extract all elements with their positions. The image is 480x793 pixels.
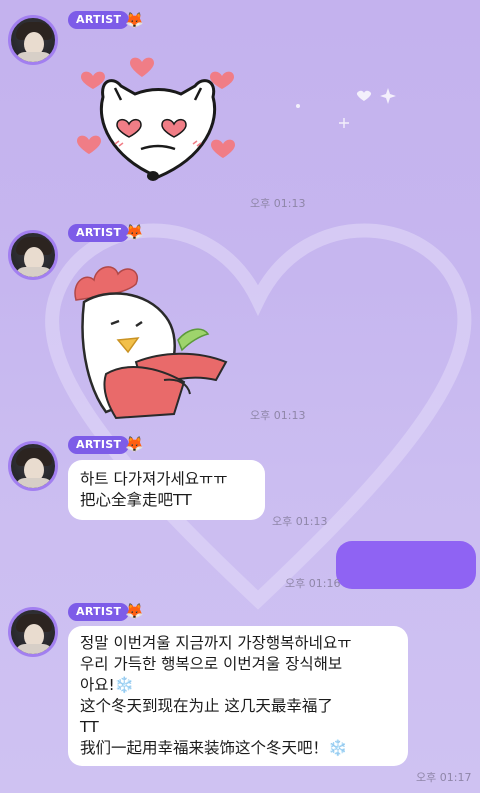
artist-badge: ARTIST xyxy=(68,224,130,242)
artist-badge: ARTIST xyxy=(68,603,130,621)
rooster-hugging-sticker[interactable] xyxy=(66,262,236,420)
message-line: TT xyxy=(80,718,99,736)
avatar[interactable] xyxy=(8,15,58,65)
sparkle-icon xyxy=(296,88,396,128)
timestamp: 오후 01:13 xyxy=(250,197,306,210)
message-line: 정말 이번겨울 지금까지 가장행복하네요ㅠ xyxy=(80,634,352,652)
message-bubble[interactable]: 하트 다가져가세요ㅠㅠ 把心全拿走吧TT xyxy=(68,460,265,520)
fox-emoji: 🦊 xyxy=(125,223,144,241)
timestamp: 오후 01:17 xyxy=(416,771,472,784)
fox-emoji: 🦊 xyxy=(125,11,144,29)
message-bubble[interactable]: 정말 이번겨울 지금까지 가장행복하네요ㅠ 우리 가득한 행복으로 이번겨울 장… xyxy=(68,626,408,766)
message-line: 아요!❄️ xyxy=(80,676,135,694)
artist-badge: ARTIST xyxy=(68,436,130,454)
fox-emoji: 🦊 xyxy=(125,602,144,620)
message-line: 把心全拿走吧TT xyxy=(80,491,192,509)
avatar[interactable] xyxy=(8,230,58,280)
sent-message-bubble[interactable] xyxy=(336,541,476,589)
message-line: 这个冬天到现在为止 这几天最幸福了 xyxy=(80,697,333,715)
timestamp: 오후 01:13 xyxy=(250,409,306,422)
message-line: 하트 다가져가세요ㅠㅠ xyxy=(80,470,228,488)
timestamp: 오후 01:16 xyxy=(285,577,341,590)
message-line: 我们一起用幸福来装饰这个冬天吧！❄️ xyxy=(80,739,348,757)
avatar[interactable] xyxy=(8,441,58,491)
fox-in-love-sticker[interactable] xyxy=(75,52,240,187)
fox-emoji: 🦊 xyxy=(125,435,144,453)
artist-badge: ARTIST xyxy=(68,11,130,29)
avatar[interactable] xyxy=(8,607,58,657)
timestamp: 오후 01:13 xyxy=(272,515,328,528)
message-line: 우리 가득한 행복으로 이번겨울 장식해보 xyxy=(80,655,343,673)
